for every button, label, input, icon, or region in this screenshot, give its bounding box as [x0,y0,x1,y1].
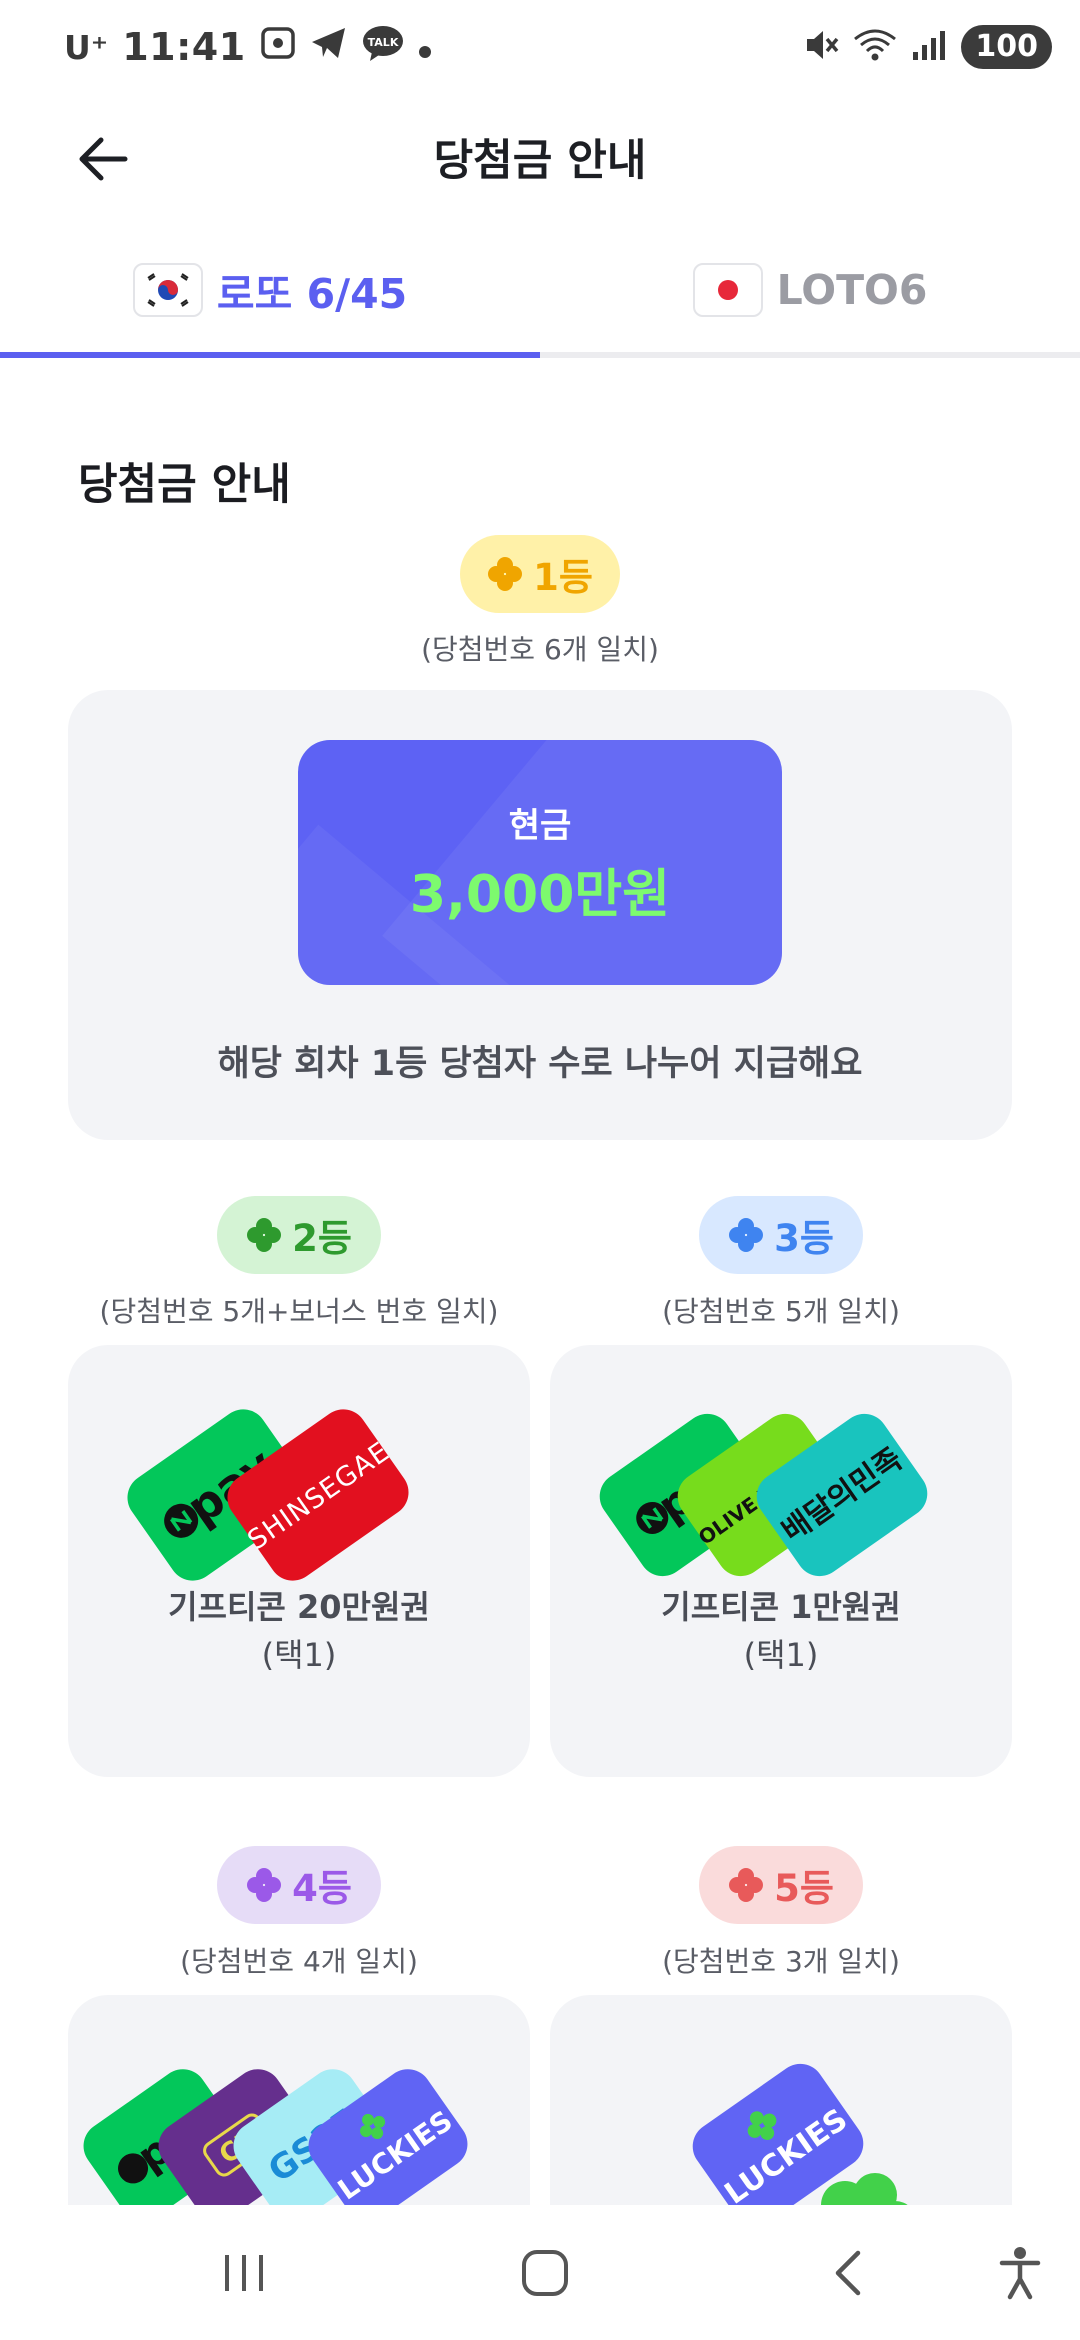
rank-1-label: 1등 [533,556,593,599]
accessibility-icon [999,2247,1041,2300]
rank-4-condition: (당첨번호 4개 일치) [180,1945,418,1978]
clover-icon [247,1868,282,1902]
carrier-label: U⁺ [64,27,109,67]
status-bar: U⁺ 11:41 TALK 100 [0,0,1080,96]
telegram-icon [310,26,348,69]
clover-icon [488,557,523,591]
rank-2-gift-title: 기프티콘 20만원권 [168,1588,430,1626]
clover-icon [729,1218,764,1252]
mute-icon [803,27,839,67]
rank-1-note: 해당 회차 1등 당첨자 수로 나누어 지급해요 [217,1044,863,1084]
rank-3-label: 3등 [774,1217,834,1260]
japan-flag-icon [692,263,763,317]
clover-icon [729,1868,764,1902]
recent-apps-button[interactable] [204,2233,284,2313]
clover-icon [247,1218,282,1252]
home-icon [522,2250,568,2296]
system-nav-bar [0,2205,1080,2340]
battery-indicator: 100 [961,25,1052,69]
rank-2-label: 2등 [292,1217,352,1260]
rank-1-badge: 1등 [460,535,620,613]
tab-underline [0,352,1080,358]
tab-lotto645-label: 로또 6/45 [216,270,408,318]
wifi-icon [853,27,897,67]
tab-loto6-label: LOTO6 [776,266,928,314]
back-nav-button[interactable] [808,2233,888,2313]
section-title: 당첨금 안내 [78,460,291,510]
rank-2-condition: (당첨번호 5개+보너스 번호 일치) [99,1295,499,1328]
home-button[interactable] [505,2233,585,2313]
back-icon [835,2250,861,2296]
rank-4-badge: 4등 [217,1846,381,1924]
tab-active-indicator [0,352,540,358]
svg-text:TALK: TALK [367,36,398,49]
rank-3-condition: (당첨번호 5개 일치) [662,1295,900,1328]
rank-3-gift-text: 기프티콘 1만원권 (택1) [550,1583,1012,1679]
rank-3-gift-title: 기프티콘 1만원권 [661,1588,901,1626]
status-right: 100 [803,22,1052,72]
dot-icon [418,27,432,68]
rank-5-condition: (당첨번호 3개 일치) [662,1945,900,1978]
rank-5-badge: 5등 [699,1846,863,1924]
rank-3-badge: 3등 [699,1196,863,1274]
accessibility-button[interactable] [980,2233,1060,2313]
rank-2-card: pay SHINSEGAE 기프티콘 20만원권 (택1) [68,1345,530,1777]
tab-loto6[interactable]: LOTO6 [540,220,1080,360]
recent-apps-icon [225,2255,263,2291]
cash-label: 현금 [508,806,572,846]
rank-3-card: pay OLIVE YOUNG 배달의민족 기프티콘 1만원권 (택1) [550,1345,1012,1777]
rank-2-gift-sub: (택1) [261,1636,337,1674]
rank-2-gift-text: 기프티콘 20만원권 (택1) [68,1583,530,1679]
cash-prize-card: 현금 3,000만원 [298,740,782,985]
rank-1-condition: (당첨번호 6개 일치) [421,633,659,666]
app-header: 당첨금 안내 [0,96,1080,216]
lottery-tabs: 로또 6/45 LOTO6 [0,220,1080,360]
signal-icon [911,28,947,66]
rank-2-badge: 2등 [217,1196,381,1274]
tab-lotto645[interactable]: 로또 6/45 [0,220,540,360]
kakaotalk-icon: TALK [362,24,404,71]
status-left: U⁺ 11:41 TALK [64,22,432,72]
page-title: 당첨금 안내 [433,136,647,186]
screenshot-icon [260,26,296,69]
rank-3-gift-sub: (택1) [743,1636,819,1674]
cash-amount: 3,000만원 [409,865,671,925]
rank-5-label: 5등 [774,1867,834,1910]
clock: 11:41 [122,25,246,69]
screen: U⁺ 11:41 TALK 100 당첨금 안내 로또 6/45 LOTO6 당… [0,0,1080,2340]
rank-4-label: 4등 [292,1867,352,1910]
korea-flag-icon [132,263,203,317]
